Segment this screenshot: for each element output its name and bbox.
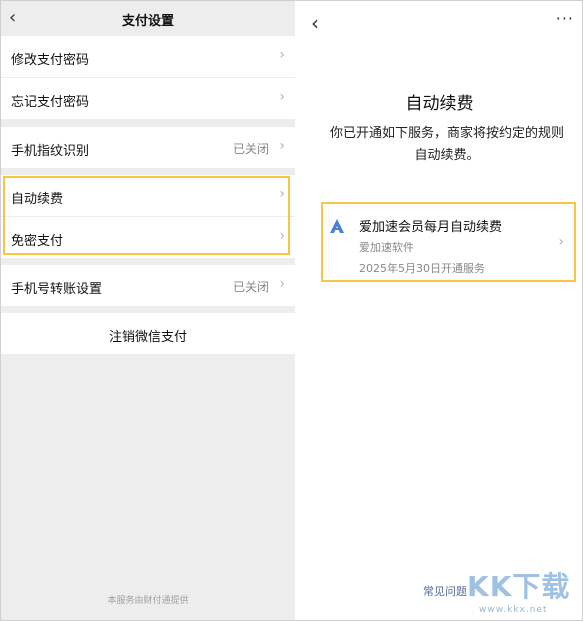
chevron-right-icon: › <box>279 186 285 202</box>
phone-transfer-label: 手机号转账设置 <box>11 282 103 297</box>
forgot-password-row[interactable]: 忘记支付密码 › <box>1 78 295 119</box>
faq-link[interactable]: 常见问题 <box>423 583 467 599</box>
footer-note: 本服务由财付通提供 <box>107 596 189 606</box>
chevron-right-icon: › <box>558 234 564 250</box>
description: 你已开通如下服务，商家将按约定的规则自动续费。 <box>329 126 564 163</box>
header: ‹ 支付设置 <box>1 1 295 35</box>
page-title: 自动续费 <box>405 94 474 114</box>
page-title: 支付设置 <box>121 14 174 29</box>
auto-renew-panel: ‹ ··· 自动续费 你已开通如下服务，商家将按约定的规则自动续费。 爱加速会员… <box>297 1 582 620</box>
service-name: 爱加速会员每月自动续费 <box>359 220 503 235</box>
fingerprint-status: 已关闭 <box>232 142 269 156</box>
auto-renew-row[interactable]: 自动续费 › <box>1 175 295 216</box>
chevron-right-icon: › <box>279 228 285 244</box>
service-vendor: 爱加速软件 <box>359 241 414 254</box>
service-open-date: 2025年5月30日开通服务 <box>359 262 485 275</box>
back-icon[interactable]: ‹ <box>311 11 319 35</box>
chevron-right-icon: › <box>279 138 285 154</box>
chevron-right-icon: › <box>279 47 285 63</box>
auto-renew-label: 自动续费 <box>11 192 64 207</box>
more-icon[interactable]: ··· <box>556 9 574 28</box>
password-free-label: 免密支付 <box>11 234 64 249</box>
password-free-row[interactable]: 免密支付 › <box>1 217 295 258</box>
deregister-label: 注销微信支付 <box>108 330 187 345</box>
service-card[interactable]: 爱加速会员每月自动续费 爱加速软件 2025年5月30日开通服务 › <box>321 202 576 282</box>
watermark: KK下载 <box>467 570 571 603</box>
fingerprint-label: 手机指纹识别 <box>11 144 90 159</box>
service-logo-icon <box>330 219 344 233</box>
chevron-right-icon: › <box>279 89 285 105</box>
payment-settings-panel: ‹ 支付设置 修改支付密码 › 忘记支付密码 › 手机指纹识别 已关闭 › 自动… <box>1 1 295 620</box>
change-password-label: 修改支付密码 <box>11 53 90 68</box>
deregister-row[interactable]: 注销微信支付 <box>1 313 295 354</box>
watermark-url: www.kkx.net <box>479 605 548 615</box>
change-password-row[interactable]: 修改支付密码 › <box>1 36 295 77</box>
phone-transfer-row[interactable]: 手机号转账设置 已关闭 › <box>1 265 295 306</box>
phone-transfer-status: 已关闭 <box>232 280 269 294</box>
fingerprint-row[interactable]: 手机指纹识别 已关闭 › <box>1 127 295 168</box>
chevron-right-icon: › <box>279 276 285 292</box>
forgot-password-label: 忘记支付密码 <box>11 95 90 110</box>
